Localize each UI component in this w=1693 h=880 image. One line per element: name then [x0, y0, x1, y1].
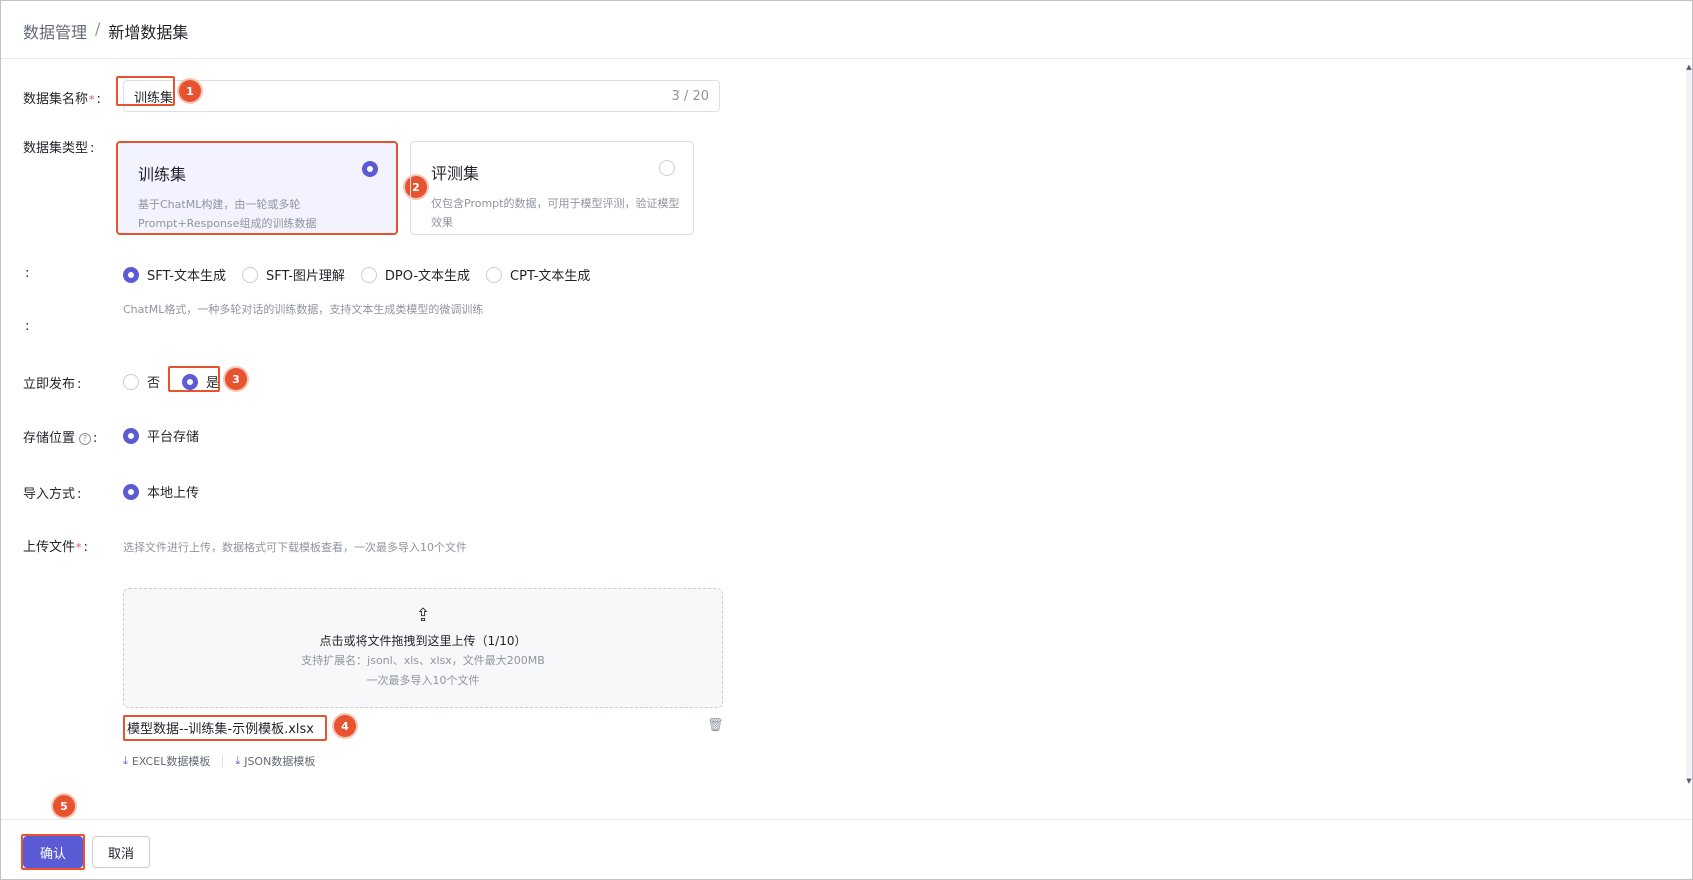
dataset-name-label: 数据集名称*:: [23, 92, 101, 107]
question-circle-icon[interactable]: ?: [79, 433, 92, 445]
type-card-eval-desc: 仅包含Prompt的数据，可用于模型评测，验证模型效果: [431, 197, 680, 229]
template-links: ⤓ EXCEL数据模板 ⤓ JSON数据模板: [123, 753, 315, 769]
upload-label: 上传文件*:: [23, 540, 88, 555]
breadcrumb-current: 新增数据集: [108, 23, 189, 42]
excel-template-link[interactable]: ⤓ EXCEL数据模板: [123, 753, 210, 769]
download-icon: ⤓: [235, 754, 241, 767]
type-card-eval-title: 评测集: [431, 164, 480, 183]
format-radio-cpt-text[interactable]: [486, 266, 503, 283]
scroll-down-arrow-icon[interactable]: ▼: [1686, 777, 1692, 785]
step-badge-5: 5: [53, 795, 75, 817]
storage-radio-group: 平台存储: [123, 426, 215, 445]
upload-icon: ⇪: [415, 605, 431, 626]
format-hint: ChatML格式，一种多轮对话的训练数据，支持文本生成类模型的微调训练: [123, 303, 484, 316]
import-label: 导入方式:: [23, 487, 82, 502]
publish-radio-yes[interactable]: [182, 373, 199, 390]
type-card-train[interactable]: 训练集 基于ChatML构建，由一轮或多轮Prompt+Response组成的训…: [116, 141, 398, 235]
publish-radio-group: 否 是: [123, 372, 235, 391]
vertical-scrollbar[interactable]: [1686, 67, 1692, 777]
breadcrumb-parent[interactable]: 数据管理: [23, 19, 87, 43]
type-card-train-desc: 基于ChatML构建，由一轮或多轮Prompt+Response组成的训练数据: [138, 198, 317, 230]
json-template-link[interactable]: ⤓ JSON数据模板: [235, 753, 315, 769]
import-option-local[interactable]: 本地上传: [123, 482, 199, 501]
uploaded-file-name[interactable]: 模型数据--训练集-示例模板.xlsx: [127, 718, 314, 737]
type-card-train-title: 训练集: [138, 165, 187, 184]
dataset-name-input[interactable]: 训练集 3 / 20: [123, 80, 720, 112]
upload-ext-text: 支持扩展名：jsonl、xls、xlsx，文件最大200MB: [301, 654, 545, 667]
scroll-up-arrow-icon[interactable]: ▲: [1686, 63, 1692, 71]
storage-radio-platform[interactable]: [123, 427, 139, 444]
breadcrumb: 数据管理 / 新增数据集: [23, 19, 188, 43]
breadcrumb-separator: /: [95, 19, 101, 38]
import-radio-local[interactable]: [123, 483, 139, 500]
type-card-eval[interactable]: 评测集 仅包含Prompt的数据，可用于模型评测，验证模型效果: [410, 141, 694, 235]
type-card-eval-radio[interactable]: [659, 160, 675, 176]
format-option-sft-text[interactable]: SFT-文本生成: [123, 265, 226, 284]
storage-label: 存储位置?:: [23, 431, 98, 446]
upload-dropzone[interactable]: ⇪ 点击或将文件拖拽到这里上传（1/10） 支持扩展名：jsonl、xls、xl…: [123, 588, 723, 708]
format-radio-dpo-text[interactable]: [360, 266, 377, 283]
format-radio-sft-image[interactable]: [241, 266, 258, 283]
step-badge-3: 3: [225, 368, 247, 390]
cancel-button[interactable]: 取消: [92, 836, 150, 868]
format-option-sft-image[interactable]: SFT-图片理解: [241, 265, 345, 284]
page-frame: 数据管理 / 新增数据集 数据集名称*: 训练集 3 / 20 1 数据集类型:…: [0, 0, 1693, 880]
upload-limit-text: 一次最多导入10个文件: [366, 674, 480, 687]
upload-main-text: 点击或将文件拖拽到这里上传（1/10）: [319, 634, 527, 648]
download-icon: ⤓: [123, 754, 128, 767]
format-label: :: [25, 266, 30, 281]
dataset-name-count: 3 / 20: [671, 88, 709, 104]
type-card-train-radio[interactable]: [362, 161, 378, 177]
publish-option-no[interactable]: 否: [123, 372, 160, 391]
import-radio-group: 本地上传: [123, 482, 215, 501]
extra-label: :: [25, 319, 30, 334]
storage-option-platform[interactable]: 平台存储: [123, 426, 199, 445]
trash-icon[interactable]: 🗑: [707, 718, 724, 733]
step-badge-4: 4: [334, 715, 356, 737]
format-radio-sft-text[interactable]: [123, 266, 139, 283]
upload-hint: 选择文件进行上传，数据格式可下载模板查看，一次最多导入10个文件: [123, 541, 467, 554]
publish-label: 立即发布:: [23, 377, 82, 392]
page-header: 数据管理 / 新增数据集: [1, 1, 1692, 59]
step-badge-1: 1: [179, 80, 201, 102]
dataset-type-label: 数据集类型:: [23, 141, 95, 156]
format-option-dpo-text[interactable]: DPO-文本生成: [360, 265, 470, 284]
footer-bar: [1, 819, 1692, 879]
format-option-cpt-text[interactable]: CPT-文本生成: [486, 265, 590, 284]
format-radio-group: SFT-文本生成 SFT-图片理解 DPO-文本生成 CPT-文本生成: [123, 265, 606, 284]
template-divider: [222, 755, 224, 767]
publish-radio-no[interactable]: [123, 373, 139, 390]
dataset-name-value: 训练集: [134, 90, 174, 106]
publish-option-yes[interactable]: 是: [182, 372, 219, 391]
confirm-button[interactable]: 确认: [23, 836, 83, 868]
